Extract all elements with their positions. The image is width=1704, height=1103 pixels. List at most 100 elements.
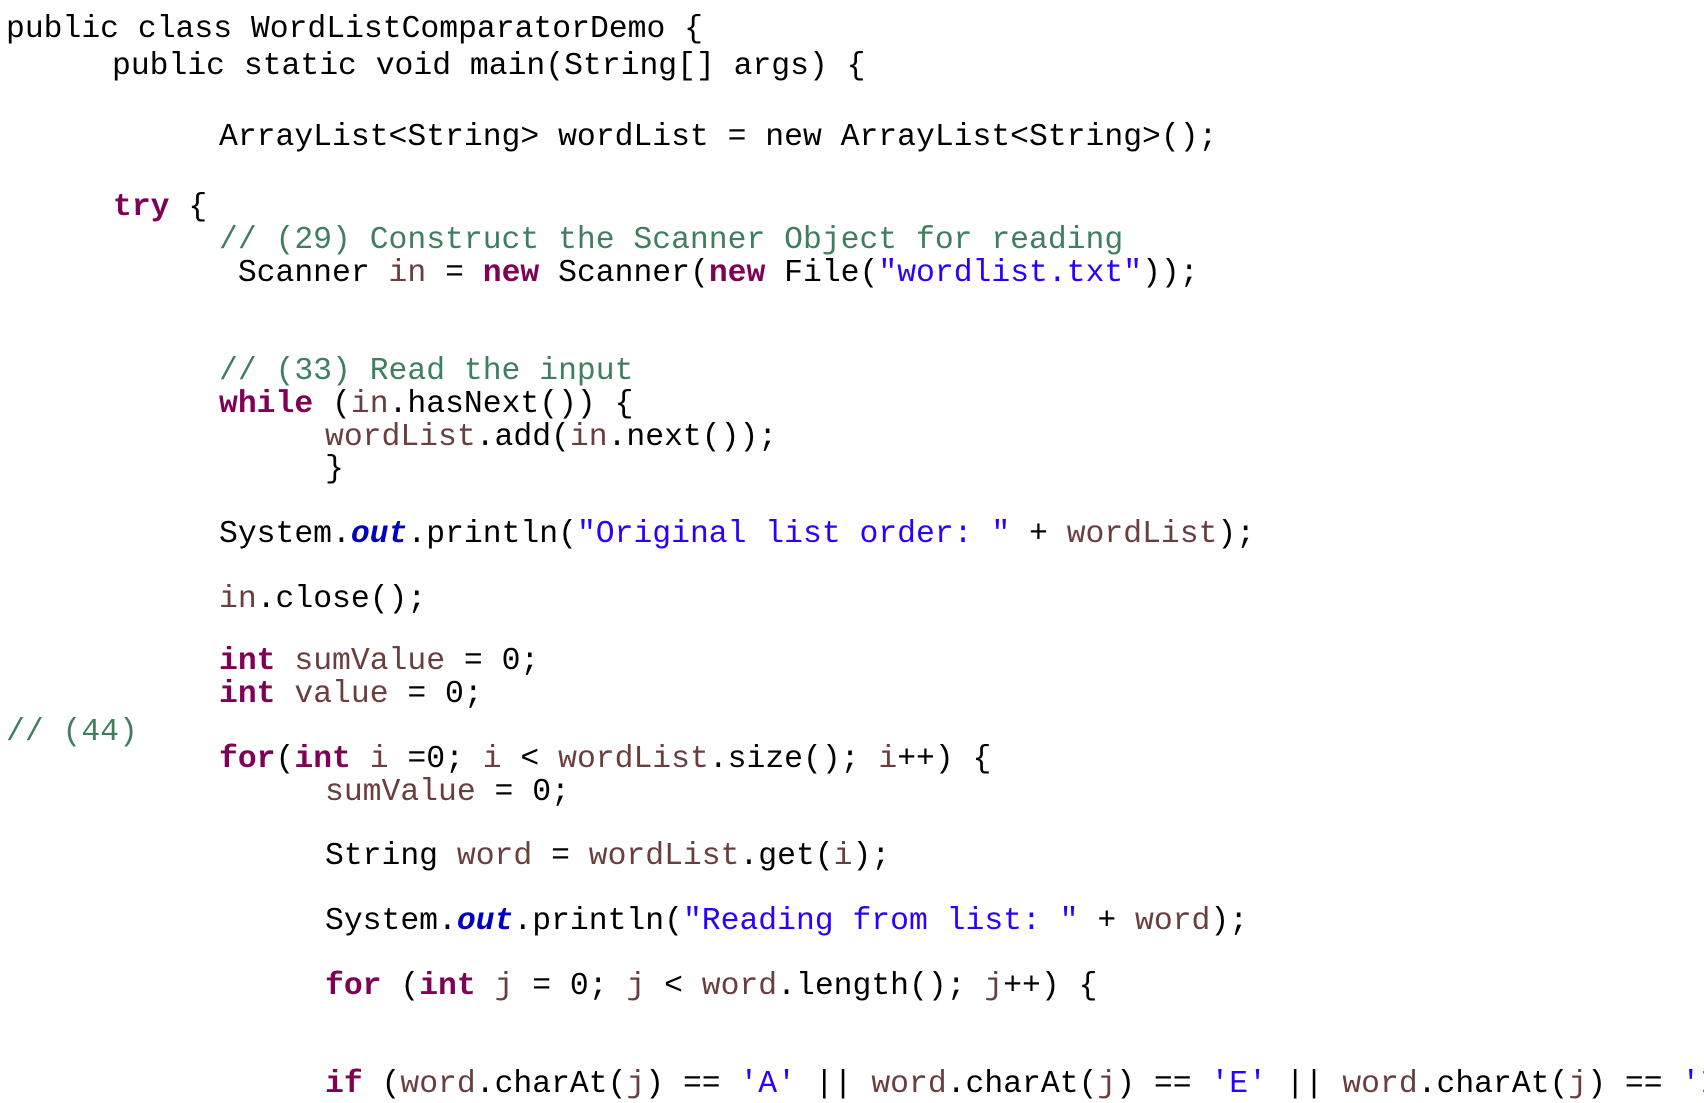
code-line-sumvalue-decl: int sumValue = 0; xyxy=(219,644,539,680)
code-text: ); xyxy=(1217,517,1256,552)
code-text: Scanner xyxy=(219,256,389,291)
code-text: public static void main(String[] args) { xyxy=(112,49,866,84)
code-view: public class WordListComparatorDemo { pu… xyxy=(0,0,1704,1102)
local-variable: j xyxy=(984,969,1004,1004)
code-text: || xyxy=(795,1067,872,1102)
keyword: new xyxy=(708,256,766,291)
code-text: Scanner( xyxy=(539,256,709,291)
local-variable: wordList xyxy=(1066,517,1218,552)
local-variable: i xyxy=(878,742,898,777)
code-line-for-i: for(int i =0; i < wordList.size(); i++) … xyxy=(219,742,991,778)
code-text: ); xyxy=(1210,904,1249,939)
code-text: public class WordListComparatorDemo { xyxy=(6,12,703,47)
local-variable: sumValue xyxy=(294,644,446,679)
local-variable: sumValue xyxy=(325,775,476,810)
code-text: .next()); xyxy=(607,420,778,455)
code-text: .add( xyxy=(475,420,570,455)
code-line-for-j: for (int j = 0; j < word.length(); j++) … xyxy=(325,969,1097,1005)
code-text: ( xyxy=(275,742,295,777)
keyword: for xyxy=(219,742,276,777)
code-text: ++) { xyxy=(897,742,992,777)
code-text: || xyxy=(1266,1067,1343,1102)
code-text: + xyxy=(1010,517,1067,552)
code-line-try: try { xyxy=(113,190,207,226)
code-text: { xyxy=(169,190,208,225)
code-text: .charAt( xyxy=(1417,1067,1569,1102)
string-literal: 'A' xyxy=(739,1067,796,1102)
code-line-word-get: String word = wordList.get(i); xyxy=(325,839,890,875)
code-text: .charAt( xyxy=(475,1067,627,1102)
code-text: ( xyxy=(362,1067,401,1102)
local-variable: j xyxy=(494,969,514,1004)
code-text: = 0; xyxy=(445,644,540,679)
string-literal: 'I' xyxy=(1681,1067,1704,1102)
comment: // (33) Read the input xyxy=(219,354,634,389)
local-variable: in xyxy=(569,420,608,455)
code-text: .charAt( xyxy=(946,1067,1098,1102)
local-variable: word xyxy=(456,839,533,874)
local-variable: word xyxy=(1135,904,1211,939)
comment: // (29) Construct the Scanner Object for… xyxy=(219,223,1124,258)
local-variable: in xyxy=(388,256,427,291)
keyword: try xyxy=(113,190,170,225)
code-text: ( xyxy=(313,387,351,422)
code-text: .println( xyxy=(407,517,577,552)
local-variable: word xyxy=(871,1067,947,1102)
string-literal: 'E' xyxy=(1210,1067,1267,1102)
keyword: int xyxy=(294,742,351,777)
keyword: new xyxy=(482,256,540,291)
code-text: .hasNext()) { xyxy=(388,387,634,422)
local-variable: j xyxy=(626,969,646,1004)
local-variable: in xyxy=(219,582,257,617)
code-text: = 0; xyxy=(388,677,483,712)
keyword: if xyxy=(325,1067,363,1102)
code-text: ArrayList<String> wordList = new ArrayLi… xyxy=(219,120,1218,155)
code-text: .close(); xyxy=(256,582,427,617)
code-text: < xyxy=(645,969,702,1004)
code-text: .println( xyxy=(513,904,683,939)
code-text: =0; xyxy=(388,742,483,777)
static-field: out xyxy=(456,904,514,939)
code-line-value-decl: int value = 0; xyxy=(219,677,483,713)
code-text: ) == xyxy=(645,1067,740,1102)
code-text: < xyxy=(501,742,559,777)
code-text: = 0; xyxy=(513,969,627,1004)
local-variable: j xyxy=(1568,1067,1588,1102)
local-variable: wordList xyxy=(588,839,740,874)
code-line-wordlist-declaration: ArrayList<String> wordList = new ArrayLi… xyxy=(219,120,1217,156)
code-text: System. xyxy=(325,904,457,939)
code-text: ) == xyxy=(1116,1067,1211,1102)
local-variable: word xyxy=(701,969,778,1004)
local-variable: i xyxy=(833,839,853,874)
code-line-in-close: in.close(); xyxy=(219,582,426,618)
code-text: String xyxy=(325,839,457,874)
code-text: )); xyxy=(1142,256,1199,291)
code-text: = xyxy=(426,256,483,291)
comment: // (44) xyxy=(6,715,138,750)
code-line-comment-29: // (29) Construct the Scanner Object for… xyxy=(219,223,1123,259)
local-variable: j xyxy=(626,1067,646,1102)
code-line-comment-44: // (44) xyxy=(6,715,138,751)
code-line-if-vowel: if (word.charAt(j) == 'A' || word.charAt… xyxy=(325,1067,1704,1103)
code-line-while: while (in.hasNext()) { xyxy=(219,387,633,423)
string-literal: "Reading from list: " xyxy=(682,904,1079,939)
code-line-comment-33: // (33) Read the input xyxy=(219,354,633,390)
code-text: .size(); xyxy=(708,742,879,777)
code-text: .length(); xyxy=(777,969,985,1004)
keyword: while xyxy=(219,387,314,422)
code-text: = xyxy=(532,839,589,874)
code-text: + xyxy=(1078,904,1136,939)
code-text: .get( xyxy=(739,839,834,874)
code-line-while-close: } xyxy=(325,452,344,488)
code-text: File( xyxy=(765,256,879,291)
code-line-sumvalue-reset: sumValue = 0; xyxy=(325,775,570,811)
keyword: int xyxy=(419,969,476,1004)
code-line-print-original: System.out.println("Original list order:… xyxy=(219,517,1255,553)
string-literal: "Original list order: " xyxy=(576,517,1011,552)
local-variable: wordList xyxy=(558,742,709,777)
local-variable: in xyxy=(350,387,389,422)
local-variable: j xyxy=(1097,1067,1117,1102)
